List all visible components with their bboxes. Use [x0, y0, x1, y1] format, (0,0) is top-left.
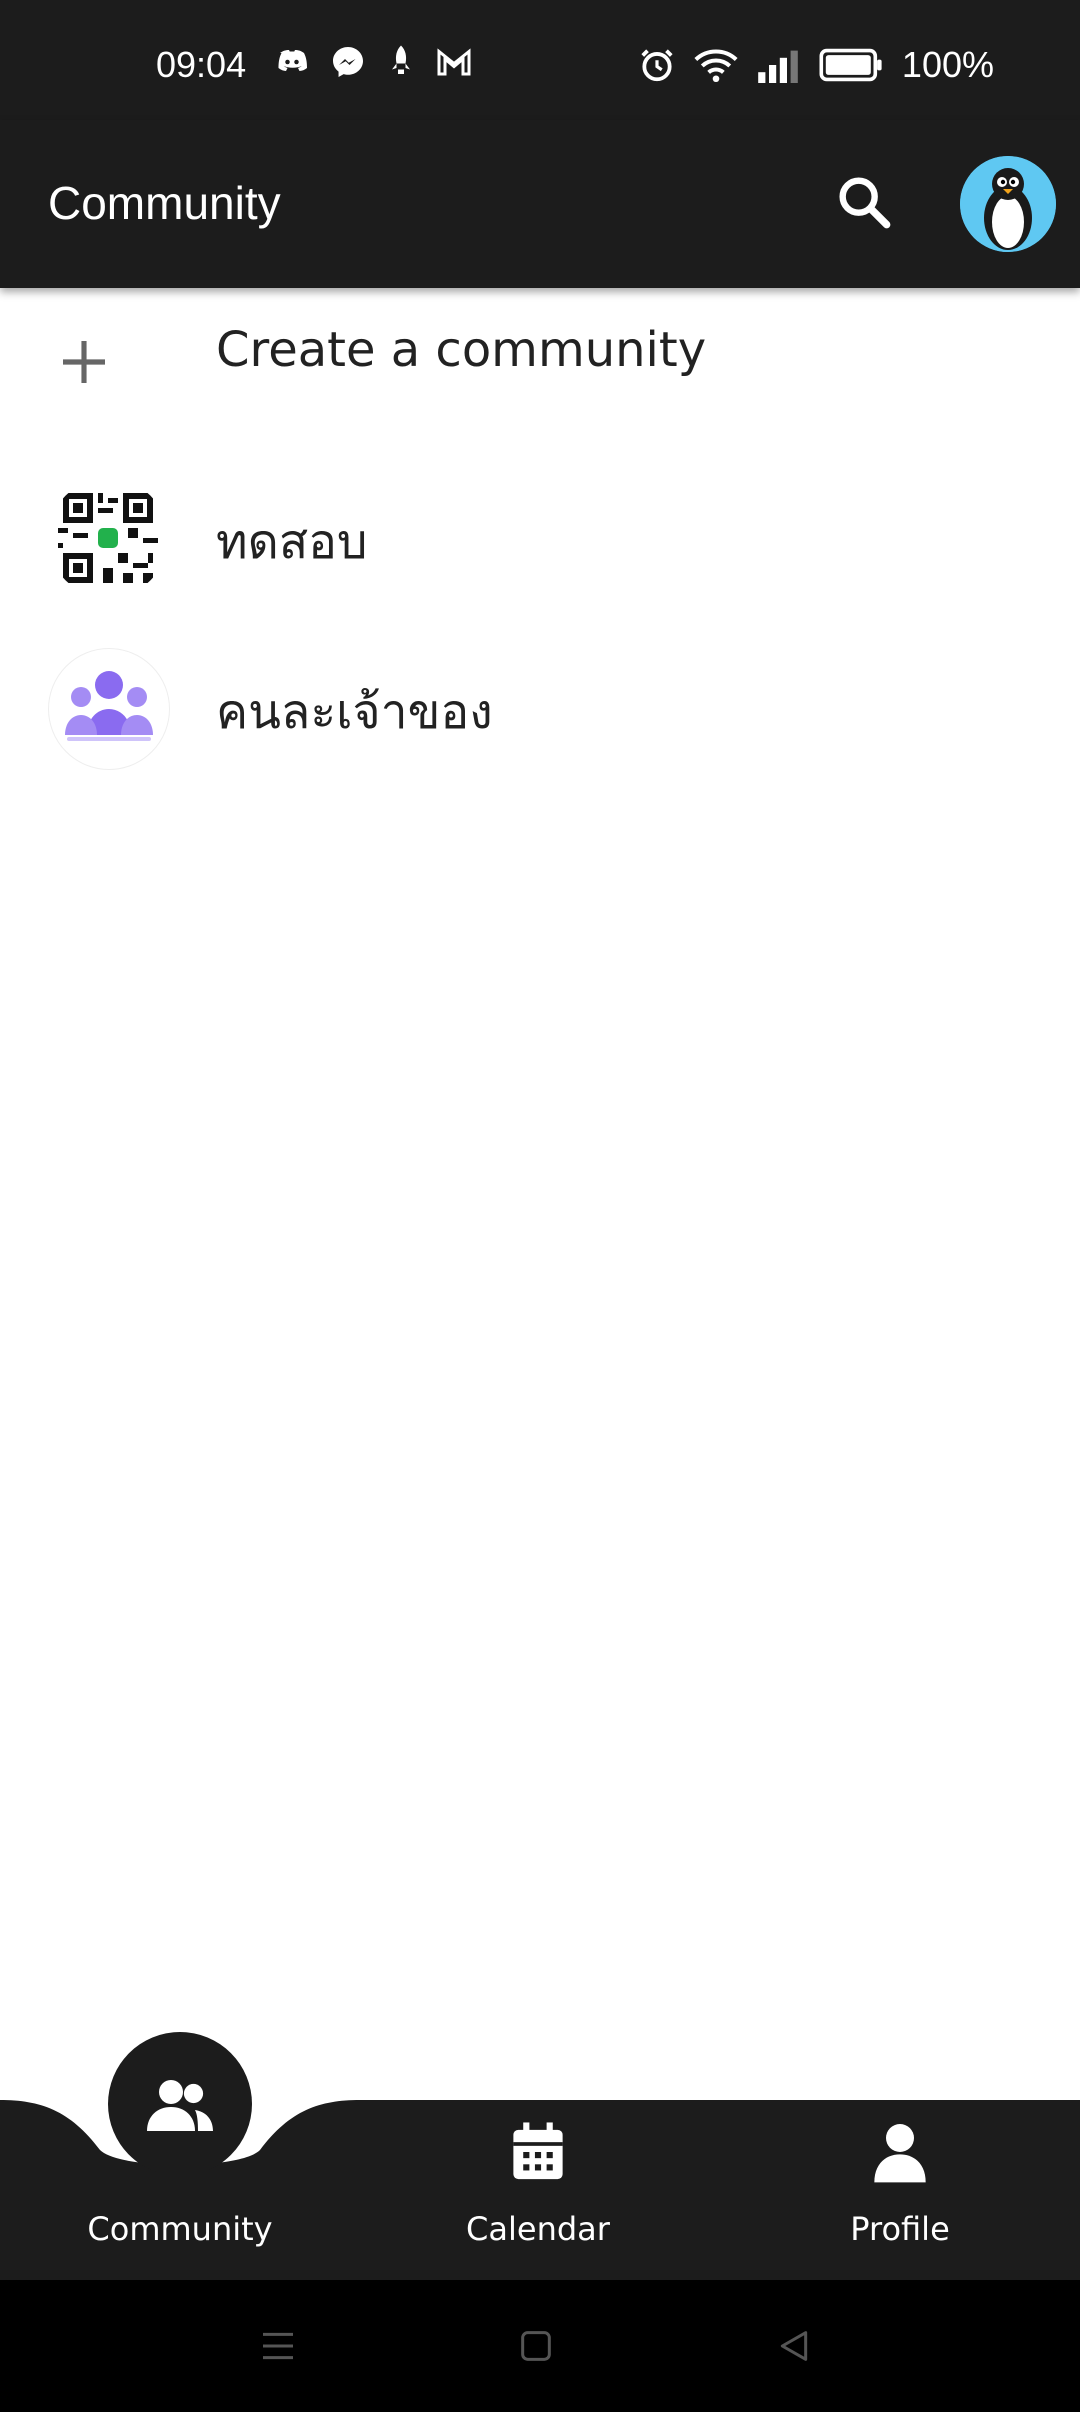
community-fab[interactable] — [108, 2032, 252, 2176]
system-status-icons: 100% — [638, 44, 994, 86]
status-time: 09:04 — [156, 44, 247, 85]
battery-percentage: 100% — [901, 44, 994, 85]
signal-icon — [758, 50, 798, 83]
qr-code-icon — [48, 478, 168, 598]
discord-icon — [278, 50, 307, 71]
home-button-icon[interactable] — [516, 2326, 556, 2366]
create-community-row[interactable]: Create a community — [0, 316, 1080, 426]
alarm-icon — [641, 49, 673, 82]
app-bar: Community — [0, 120, 1080, 288]
battery-icon — [819, 48, 882, 82]
search-button[interactable] — [832, 170, 896, 234]
nav-community-label: Community — [87, 2210, 273, 2248]
community-item[interactable]: ทดสอบ — [0, 478, 1080, 608]
person-icon — [874, 2124, 926, 2183]
nav-calendar-label: Calendar — [466, 2210, 610, 2248]
search-icon — [839, 177, 891, 229]
wifi-icon — [694, 49, 738, 83]
community-avatar — [48, 648, 170, 770]
people-icon — [147, 2080, 213, 2131]
system-navigation-bar — [0, 2280, 1080, 2412]
nav-profile-label: Profile — [850, 2210, 950, 2248]
penguin-avatar-icon — [960, 156, 1056, 252]
gmail-icon — [437, 48, 471, 76]
status-bar: 09:04 100% — [0, 0, 1080, 120]
create-community-label: Create a community — [216, 322, 707, 378]
profile-avatar[interactable] — [960, 156, 1056, 252]
page-title: Community — [48, 177, 281, 229]
community-name: ทดสอบ — [216, 514, 368, 570]
plus-icon — [63, 341, 105, 383]
nav-profile[interactable]: Profile — [770, 2100, 1030, 2280]
calendar-icon — [513, 2122, 563, 2180]
community-item[interactable]: คนละเจ้าของ — [0, 648, 1080, 778]
nav-calendar[interactable]: Calendar — [408, 2100, 668, 2280]
recent-apps-icon[interactable] — [258, 2326, 298, 2366]
notification-icons — [274, 44, 472, 80]
community-avatar — [48, 478, 168, 598]
rocket-icon — [392, 45, 410, 74]
community-name: คนละเจ้าของ — [216, 684, 493, 740]
back-button-icon[interactable] — [774, 2326, 814, 2366]
messenger-icon — [333, 47, 363, 77]
group-icon — [65, 671, 153, 741]
